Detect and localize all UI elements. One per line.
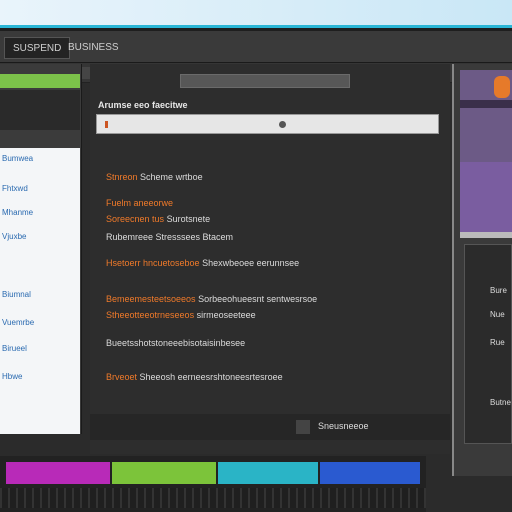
preview-scrollbar[interactable] bbox=[460, 232, 512, 238]
content-line: Bemeemesteetsoeeos Sorbeeohueesnt sentwe… bbox=[106, 294, 318, 304]
address-bar[interactable] bbox=[96, 114, 439, 134]
content-line: Stheeotteeotrneseeos sirmeoseeteee bbox=[106, 310, 256, 320]
sidebar-item[interactable]: Mhanme bbox=[2, 208, 78, 217]
sidebar-item[interactable]: Vjuxbe bbox=[2, 232, 78, 241]
footer-icon[interactable] bbox=[296, 420, 310, 434]
tab-bar: SUSPEND BUSINESS bbox=[0, 31, 512, 63]
property-label: Butne bbox=[490, 398, 511, 407]
footer-label: Sneusneeoe bbox=[318, 421, 369, 431]
property-label: Nue bbox=[490, 310, 505, 319]
left-sidebar: Bumwea Fhtxwd Mhanme Vjuxbe Biumnal Vuem… bbox=[0, 64, 82, 434]
content-line: Stnreon Scheme wrtboe bbox=[106, 172, 203, 182]
timeline-clip[interactable] bbox=[320, 462, 420, 484]
preview-panel: Bure Nue Rue Butne bbox=[452, 64, 512, 476]
timeline-panel bbox=[0, 456, 426, 512]
content-line: Hsetoerr hncuetoseboe Shexwbeoee eerunns… bbox=[106, 258, 300, 268]
timeline-clip[interactable] bbox=[218, 462, 318, 484]
content-panel: Arumse eeo faecitwe Stnreon Scheme wrtbo… bbox=[90, 64, 450, 454]
timeline-clip[interactable] bbox=[6, 462, 110, 484]
record-dot-icon[interactable] bbox=[279, 121, 286, 128]
sidebar-item[interactable]: Bumwea bbox=[2, 154, 78, 163]
content-header-bar bbox=[180, 74, 350, 88]
content-line: Rubemreee Stresssees Btacem bbox=[106, 232, 234, 242]
thumbnail-figure bbox=[494, 76, 510, 98]
tab-business[interactable]: BUSINESS bbox=[60, 37, 127, 59]
content-heading: Arumse eeo faecitwe bbox=[98, 100, 188, 110]
sidebar-item[interactable]: Vuemrbe bbox=[2, 318, 78, 327]
content-line: Soreecnen tus Surotsnete bbox=[106, 214, 211, 224]
preview-thumbnail[interactable] bbox=[460, 70, 512, 162]
content-footer: Sneusneeoe bbox=[90, 414, 450, 440]
sidebar-list: Bumwea Fhtxwd Mhanme Vjuxbe Biumnal Vuem… bbox=[0, 148, 80, 434]
timeline-ruler[interactable] bbox=[0, 488, 426, 508]
content-line: Bueetsshotstoneeebisotaisinbesee bbox=[106, 338, 246, 348]
sidebar-item[interactable]: Birueel bbox=[2, 344, 78, 353]
timeline-clip[interactable] bbox=[112, 462, 216, 484]
content-line: Fuelm aneeorwe bbox=[106, 198, 174, 208]
sidebar-header bbox=[0, 90, 80, 130]
address-bar-indicator bbox=[105, 121, 108, 128]
sidebar-accent-bar bbox=[0, 74, 80, 88]
property-label: Rue bbox=[490, 338, 505, 347]
desktop-top-strip bbox=[0, 0, 512, 28]
content-line: Brveoet Sheeosh eerneesrshtoneesrtesroee bbox=[106, 372, 283, 382]
window-accent-line bbox=[0, 25, 512, 28]
sidebar-item[interactable]: Biumnal bbox=[2, 290, 78, 299]
property-label: Bure bbox=[490, 286, 507, 295]
thumbnail-band bbox=[460, 100, 512, 108]
sidebar-item[interactable]: Fhtxwd bbox=[2, 184, 78, 193]
preview-image bbox=[460, 162, 512, 232]
sidebar-item[interactable]: Hbwe bbox=[2, 372, 78, 381]
